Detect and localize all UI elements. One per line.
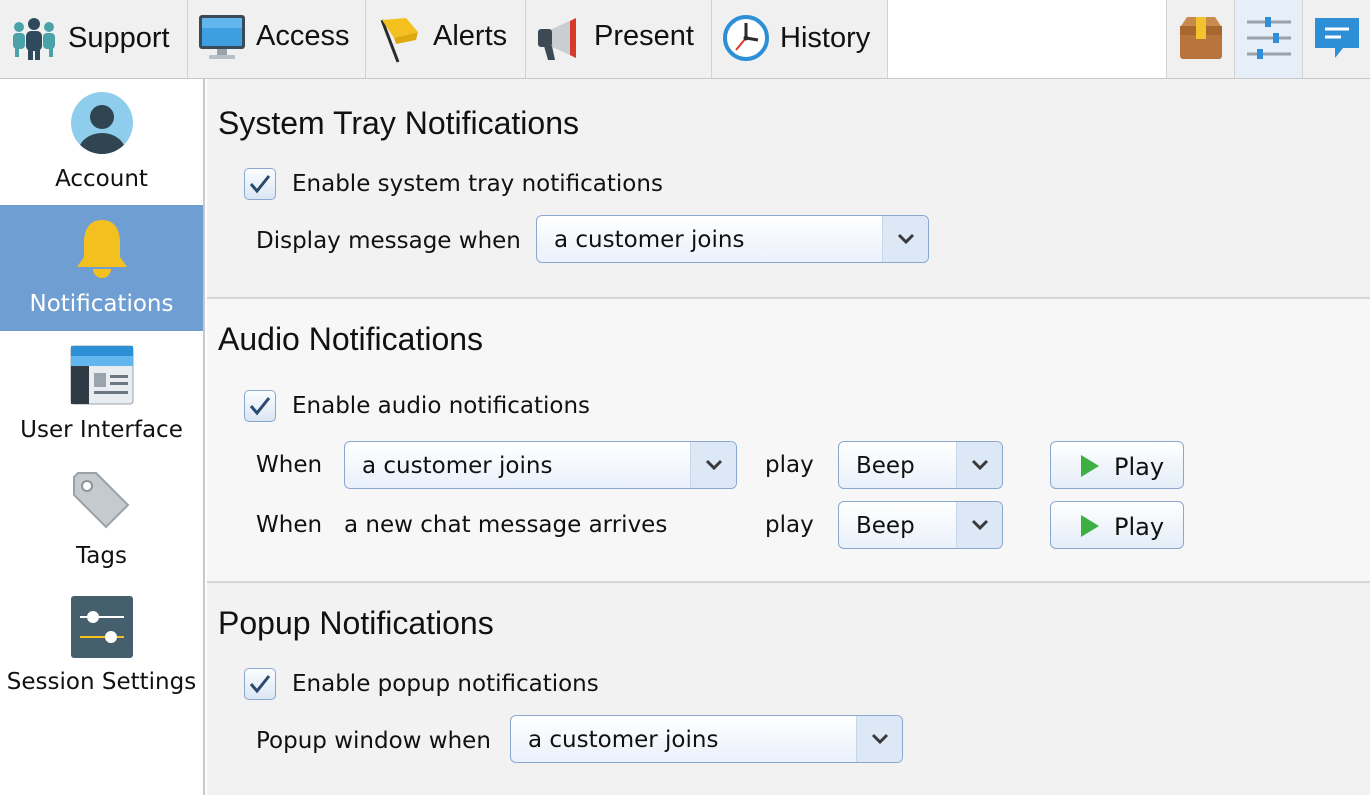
audio-sound-select[interactable]: Beep xyxy=(838,441,1003,489)
tab-history[interactable]: History xyxy=(712,0,888,78)
clock-icon xyxy=(722,14,770,66)
audio-enable-checkbox[interactable] xyxy=(244,390,276,422)
system-tray-title: System Tray Notifications xyxy=(218,105,579,141)
popup-enable-label: Enable popup notifications xyxy=(292,671,599,697)
popup-section: Popup Notifications Enable popup notific… xyxy=(207,583,1370,795)
tab-access[interactable]: Access xyxy=(188,0,366,78)
display-message-select[interactable]: a customer joins xyxy=(536,215,929,263)
audio-event-value: a customer joins xyxy=(362,453,553,479)
megaphone-icon xyxy=(536,16,584,68)
audio-play-label: Play xyxy=(1114,513,1165,541)
package-icon xyxy=(1180,17,1222,59)
sidebar-item-session-settings[interactable]: Session Settings xyxy=(0,583,203,709)
chevron-down-icon xyxy=(690,442,736,488)
audio-sound-value: Beep xyxy=(856,453,915,479)
audio-play-button[interactable]: Play xyxy=(1050,501,1184,549)
tab-support[interactable]: Support xyxy=(0,0,188,78)
system-tray-section: System Tray Notifications Enable system … xyxy=(207,79,1370,299)
popup-window-label: Popup window when xyxy=(256,728,491,754)
chat-message-icon xyxy=(1315,18,1359,58)
sidebar-item-tags[interactable]: Tags xyxy=(0,457,203,583)
system-tray-enable-row[interactable]: Enable system tray notifications xyxy=(244,168,663,200)
audio-row-play-label: play xyxy=(765,452,814,478)
sidebar-item-user-interface[interactable]: User Interface xyxy=(0,331,203,457)
popup-window-value: a customer joins xyxy=(528,727,719,753)
sidebar-item-user-interface-label: User Interface xyxy=(20,417,183,443)
audio-row-when-label: When xyxy=(256,452,323,478)
tab-history-label: History xyxy=(780,22,871,54)
system-tray-enable-checkbox[interactable] xyxy=(244,168,276,200)
chevron-down-icon xyxy=(956,442,1002,488)
display-message-value: a customer joins xyxy=(554,227,745,253)
sidebar-item-account-label: Account xyxy=(55,166,148,192)
notifications-panel: System Tray Notifications Enable system … xyxy=(207,79,1370,795)
display-message-label: Display message when xyxy=(256,228,521,254)
user-avatar-icon xyxy=(70,91,134,159)
sidebar-item-account[interactable]: Account xyxy=(0,79,203,205)
sidebar-item-tags-label: Tags xyxy=(76,543,127,569)
audio-play-label: Play xyxy=(1114,453,1165,481)
audio-sound-select[interactable]: Beep xyxy=(838,501,1003,549)
audio-enable-row[interactable]: Enable audio notifications xyxy=(244,390,590,422)
audio-sound-value: Beep xyxy=(856,513,915,539)
sliders-icon xyxy=(70,595,134,663)
play-icon xyxy=(1081,515,1099,537)
checkmark-icon xyxy=(249,397,271,416)
play-icon xyxy=(1081,455,1099,477)
system-tray-enable-label: Enable system tray notifications xyxy=(292,171,663,197)
tab-present-label: Present xyxy=(594,20,694,52)
people-icon xyxy=(10,14,58,66)
popup-window-select[interactable]: a customer joins xyxy=(510,715,903,763)
package-button[interactable] xyxy=(1166,0,1234,78)
monitor-icon xyxy=(198,12,246,66)
chevron-down-icon xyxy=(856,716,902,762)
tab-access-label: Access xyxy=(256,20,350,52)
audio-event-select[interactable]: a customer joins xyxy=(344,441,737,489)
popup-enable-checkbox[interactable] xyxy=(244,668,276,700)
audio-section: Audio Notifications Enable audio notific… xyxy=(207,299,1370,583)
settings-sidebar: Account Notifications User Interface Tag… xyxy=(0,79,205,795)
sidebar-item-session-settings-label: Session Settings xyxy=(6,669,197,695)
popup-title: Popup Notifications xyxy=(218,605,494,641)
tab-alerts[interactable]: Alerts xyxy=(366,0,526,78)
checkmark-icon xyxy=(249,675,271,694)
sidebar-item-notifications[interactable]: Notifications xyxy=(0,205,203,331)
audio-title: Audio Notifications xyxy=(218,321,484,357)
chevron-down-icon xyxy=(882,216,928,262)
flag-icon xyxy=(376,14,424,68)
checkmark-icon xyxy=(249,175,271,194)
tab-present[interactable]: Present xyxy=(526,0,712,78)
tag-icon xyxy=(70,469,132,535)
chevron-down-icon xyxy=(956,502,1002,548)
tab-support-label: Support xyxy=(68,22,170,54)
tab-alerts-label: Alerts xyxy=(433,20,508,52)
settings-sliders-icon xyxy=(1247,17,1291,59)
audio-play-button[interactable]: Play xyxy=(1050,441,1184,489)
bell-icon xyxy=(73,217,131,285)
window-layout-icon xyxy=(70,345,134,409)
audio-row-play-label: play xyxy=(765,512,814,538)
audio-enable-label: Enable audio notifications xyxy=(292,393,591,419)
audio-row-when-label: When xyxy=(256,512,323,538)
audio-event-text: a new chat message arrives xyxy=(344,512,668,538)
sidebar-item-notifications-label: Notifications xyxy=(29,291,174,317)
settings-button[interactable] xyxy=(1234,0,1302,78)
popup-enable-row[interactable]: Enable popup notifications xyxy=(244,668,599,700)
chat-button[interactable] xyxy=(1302,0,1370,78)
top-toolbar: Support Access Alerts Present History xyxy=(0,0,1370,79)
